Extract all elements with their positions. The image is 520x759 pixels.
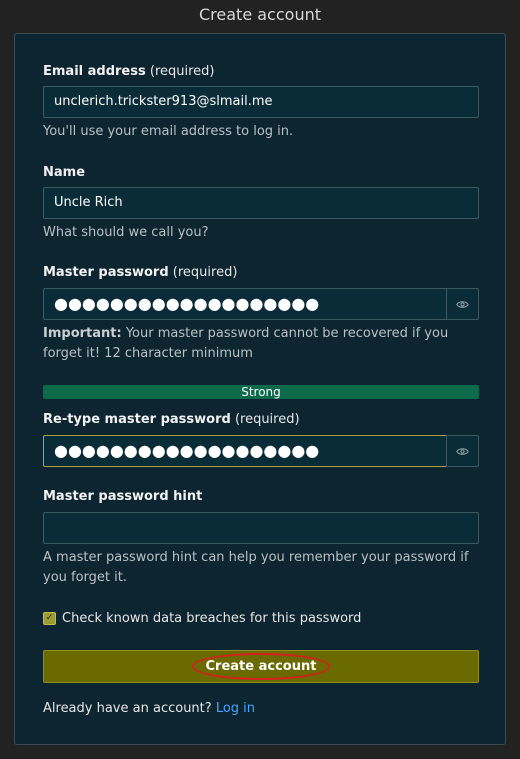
password-hint-label: Master password hint xyxy=(43,489,202,504)
toggle-master-password-visibility-button[interactable] xyxy=(446,288,479,320)
retype-password-label-text: Re-type master password xyxy=(43,412,231,427)
create-account-button[interactable]: Create account xyxy=(43,650,479,683)
retype-password-field[interactable]: ●●●●●●●●●●●●●●●●●●● xyxy=(43,435,447,467)
master-password-required-text: (required) xyxy=(172,265,238,280)
email-field[interactable]: unclerich.trickster913@slmail.me xyxy=(43,86,479,118)
password-hint-help: A master password hint can help you reme… xyxy=(43,550,469,585)
email-label-text: Email address xyxy=(43,64,146,79)
eye-icon xyxy=(456,447,469,455)
master-password-help-important: Important: xyxy=(43,326,122,341)
page-title: Create account xyxy=(199,5,321,24)
login-prompt-text: Already have an account? xyxy=(43,701,212,716)
master-password-label: Master password (required) xyxy=(43,265,237,280)
retype-password-value: ●●●●●●●●●●●●●●●●●●● xyxy=(54,441,320,460)
breach-check-checkbox[interactable]: ✓ xyxy=(43,612,56,625)
password-strength-bar: Strong xyxy=(43,385,479,399)
retype-password-required-text: (required) xyxy=(234,412,300,427)
retype-password-label: Re-type master password (required) xyxy=(43,412,300,427)
password-hint-field[interactable] xyxy=(43,512,479,544)
create-account-button-label: Create account xyxy=(191,653,331,680)
email-label: Email address (required) xyxy=(43,64,215,79)
eye-icon xyxy=(456,300,469,308)
login-prompt: Already have an account? Log in xyxy=(43,701,255,716)
breach-check-label: Check known data breaches for this passw… xyxy=(62,611,362,626)
email-required-text: (required) xyxy=(149,64,215,79)
create-account-form: Email address (required) unclerich.trick… xyxy=(14,33,506,745)
master-password-help: Important: Your master password cannot b… xyxy=(43,324,483,364)
name-help: What should we call you? xyxy=(43,225,209,240)
master-password-label-text: Master password xyxy=(43,265,169,280)
toggle-retype-password-visibility-button[interactable] xyxy=(446,435,479,467)
login-link[interactable]: Log in xyxy=(216,701,255,716)
master-password-value: ●●●●●●●●●●●●●●●●●●● xyxy=(54,294,320,313)
master-password-field[interactable]: ●●●●●●●●●●●●●●●●●●● xyxy=(43,288,447,320)
name-label: Name xyxy=(43,165,85,180)
email-help: You'll use your email address to log in. xyxy=(43,124,294,139)
password-hint-label-text: Master password hint xyxy=(43,489,203,504)
name-label-text: Name xyxy=(43,165,86,180)
name-field[interactable]: Uncle Rich xyxy=(43,187,479,219)
breach-check-option[interactable]: ✓ Check known data breaches for this pas… xyxy=(43,611,361,626)
